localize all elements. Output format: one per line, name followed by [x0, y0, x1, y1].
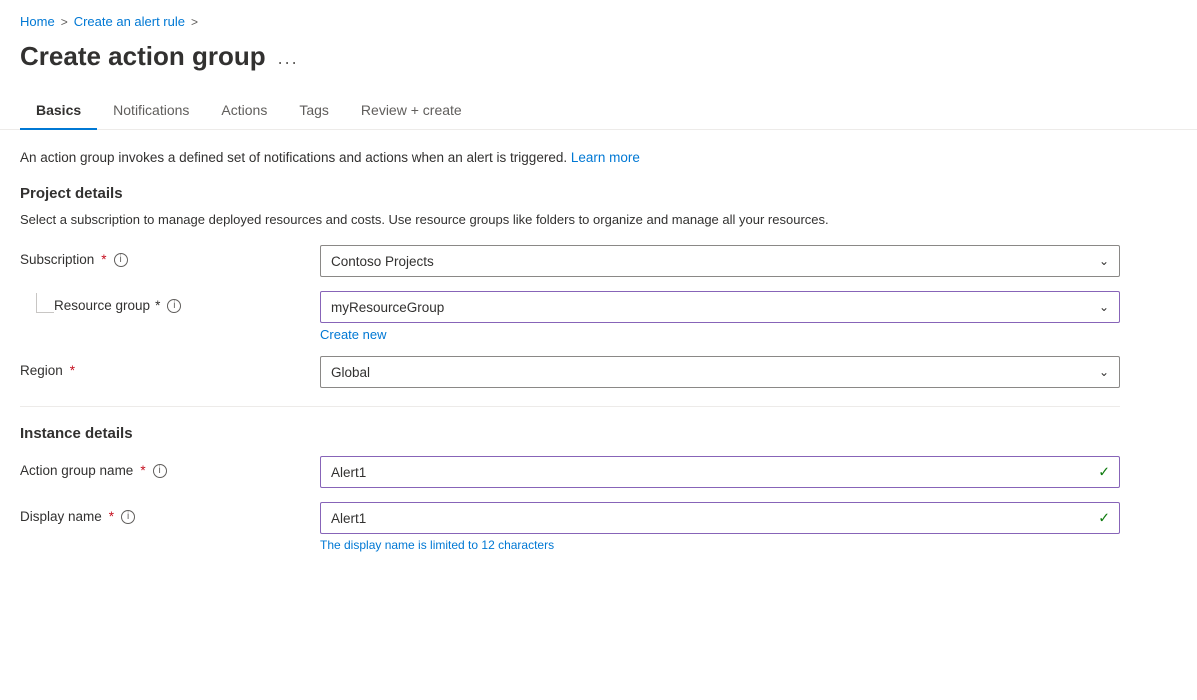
resource-group-info-icon[interactable]: i [167, 299, 181, 313]
display-name-input-wrap: ✓ [320, 502, 1120, 534]
region-required: * [70, 363, 75, 378]
action-group-name-check-icon: ✓ [1098, 464, 1110, 481]
ellipsis-menu-button[interactable]: ... [278, 48, 299, 69]
create-new-resource-group-link[interactable]: Create new [320, 327, 1120, 342]
action-group-name-row: Action group name * i ✓ [20, 456, 1120, 488]
display-name-info-icon[interactable]: i [121, 510, 135, 524]
main-content: An action group invokes a defined set of… [0, 130, 1140, 586]
instance-details-title: Instance details [20, 425, 1120, 442]
instance-details-section: Instance details Action group name * i ✓… [20, 425, 1120, 552]
action-group-name-control: ✓ [320, 456, 1120, 488]
subscription-value: Contoso Projects [331, 254, 434, 269]
display-name-required: * [109, 509, 114, 524]
resource-group-label: Resource group * i [54, 291, 181, 313]
breadcrumb-sep2: > [191, 15, 198, 29]
action-group-name-label: Action group name * i [20, 456, 320, 478]
subscription-info-icon[interactable]: i [114, 253, 128, 267]
resource-group-required: * [155, 298, 160, 313]
region-label: Region * [20, 356, 320, 378]
display-name-check-icon: ✓ [1098, 510, 1110, 527]
display-name-hint: The display name is limited to 12 charac… [320, 538, 1120, 552]
section-divider [20, 406, 1120, 407]
indent-line [36, 293, 54, 313]
tab-actions[interactable]: Actions [205, 92, 283, 130]
project-details-section: Project details Select a subscription to… [20, 185, 1120, 388]
display-name-control: ✓ The display name is limited to 12 char… [320, 502, 1120, 552]
subscription-label: Subscription * i [20, 245, 320, 267]
page-header: Create action group ... [0, 35, 1197, 92]
action-group-name-input-wrap: ✓ [320, 456, 1120, 488]
resource-group-dropdown[interactable]: myResourceGroup ⌄ [320, 291, 1120, 323]
region-row: Region * Global ⌄ [20, 356, 1120, 388]
region-control: Global ⌄ [320, 356, 1120, 388]
display-name-row: Display name * i ✓ The display name is l… [20, 502, 1120, 552]
learn-more-link[interactable]: Learn more [571, 150, 640, 165]
action-group-name-input[interactable] [320, 456, 1120, 488]
display-name-label: Display name * i [20, 502, 320, 524]
breadcrumb-sep1: > [61, 15, 68, 29]
region-value: Global [331, 365, 370, 380]
region-chevron-icon: ⌄ [1099, 365, 1109, 379]
region-dropdown[interactable]: Global ⌄ [320, 356, 1120, 388]
subscription-row: Subscription * i Contoso Projects ⌄ [20, 245, 1120, 277]
tabs-bar: Basics Notifications Actions Tags Review… [0, 92, 1197, 130]
project-details-title: Project details [20, 185, 1120, 202]
tab-basics[interactable]: Basics [20, 92, 97, 130]
action-group-name-info-icon[interactable]: i [153, 464, 167, 478]
resource-group-control: myResourceGroup ⌄ Create new [320, 291, 1120, 342]
resource-group-row: Resource group * i myResourceGroup ⌄ Cre… [20, 291, 1120, 342]
tab-review-create[interactable]: Review + create [345, 92, 478, 130]
description-text: An action group invokes a defined set of… [20, 150, 1120, 165]
subscription-dropdown[interactable]: Contoso Projects ⌄ [320, 245, 1120, 277]
project-details-description: Select a subscription to manage deployed… [20, 212, 1120, 227]
tab-notifications[interactable]: Notifications [97, 92, 205, 130]
subscription-required: * [101, 252, 106, 267]
description-static: An action group invokes a defined set of… [20, 150, 567, 165]
page-title: Create action group [20, 41, 266, 72]
subscription-control: Contoso Projects ⌄ [320, 245, 1120, 277]
breadcrumb-home[interactable]: Home [20, 14, 55, 29]
breadcrumb: Home > Create an alert rule > [0, 0, 1197, 35]
breadcrumb-alert-rule[interactable]: Create an alert rule [74, 14, 185, 29]
tab-tags[interactable]: Tags [283, 92, 345, 130]
action-group-name-required: * [140, 463, 145, 478]
subscription-chevron-icon: ⌄ [1099, 254, 1109, 268]
resource-group-value: myResourceGroup [331, 300, 444, 315]
resource-group-chevron-icon: ⌄ [1099, 300, 1109, 314]
resource-indent: Resource group * i [20, 291, 320, 313]
display-name-input[interactable] [320, 502, 1120, 534]
